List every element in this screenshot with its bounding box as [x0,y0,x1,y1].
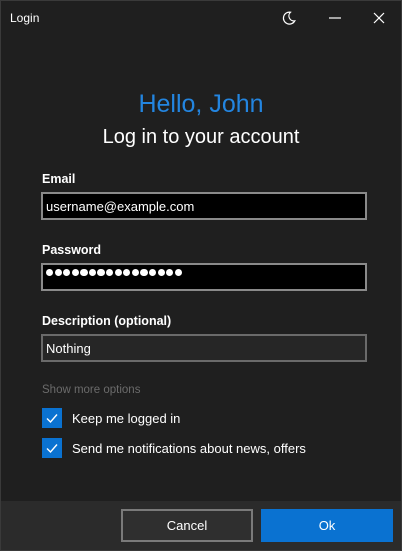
checkmark-icon [46,414,58,424]
minimize-button[interactable] [313,1,357,34]
close-button[interactable] [357,1,401,34]
close-icon [373,12,385,23]
password-dot [166,269,174,277]
greeting-heading: Hello, John [138,90,264,118]
password-dot [46,269,54,277]
login-window: Login Hello, John Log in to your account… [0,0,402,551]
password-dot [97,269,105,277]
password-dot [54,269,62,277]
email-label: Email [42,172,76,186]
notifications-checkbox[interactable] [42,438,62,458]
password-dot [80,269,88,277]
password-dot [63,269,71,277]
description-field[interactable] [41,334,367,362]
password-dot [157,269,165,277]
dialog-footer: Cancel Ok [1,501,401,550]
password-dot [148,269,157,277]
keep-logged-in-label: Keep me logged in [72,410,181,426]
minimize-icon [329,16,341,19]
password-dot [71,269,79,277]
moon-icon [282,11,296,25]
keep-logged-in-option[interactable]: Keep me logged in [42,408,180,428]
title-bar: Login [1,1,401,34]
login-subtitle: Log in to your account [102,126,300,148]
notifications-option[interactable]: Send me notifications about news, offers [42,438,306,458]
password-dot [131,269,139,277]
password-dot [106,269,114,277]
password-dot [123,269,131,277]
password-dot [174,269,182,277]
show-more-options-link[interactable]: Show more options [42,384,140,396]
password-dot [140,269,148,277]
keep-logged-in-checkbox[interactable] [42,408,62,428]
cancel-button[interactable]: Cancel [121,509,253,542]
password-field[interactable] [41,263,367,291]
checkmark-icon [46,444,58,454]
ok-button[interactable]: Ok [261,509,393,542]
notifications-label: Send me notifications about news, offers [72,440,306,456]
window-title: Login [10,11,40,25]
password-dot [114,269,122,277]
email-field[interactable] [41,192,367,220]
description-label: Description (optional) [42,314,172,328]
theme-toggle-button[interactable] [267,1,311,34]
password-mask [46,269,182,277]
password-dot [88,269,97,277]
password-label: Password [42,243,102,257]
